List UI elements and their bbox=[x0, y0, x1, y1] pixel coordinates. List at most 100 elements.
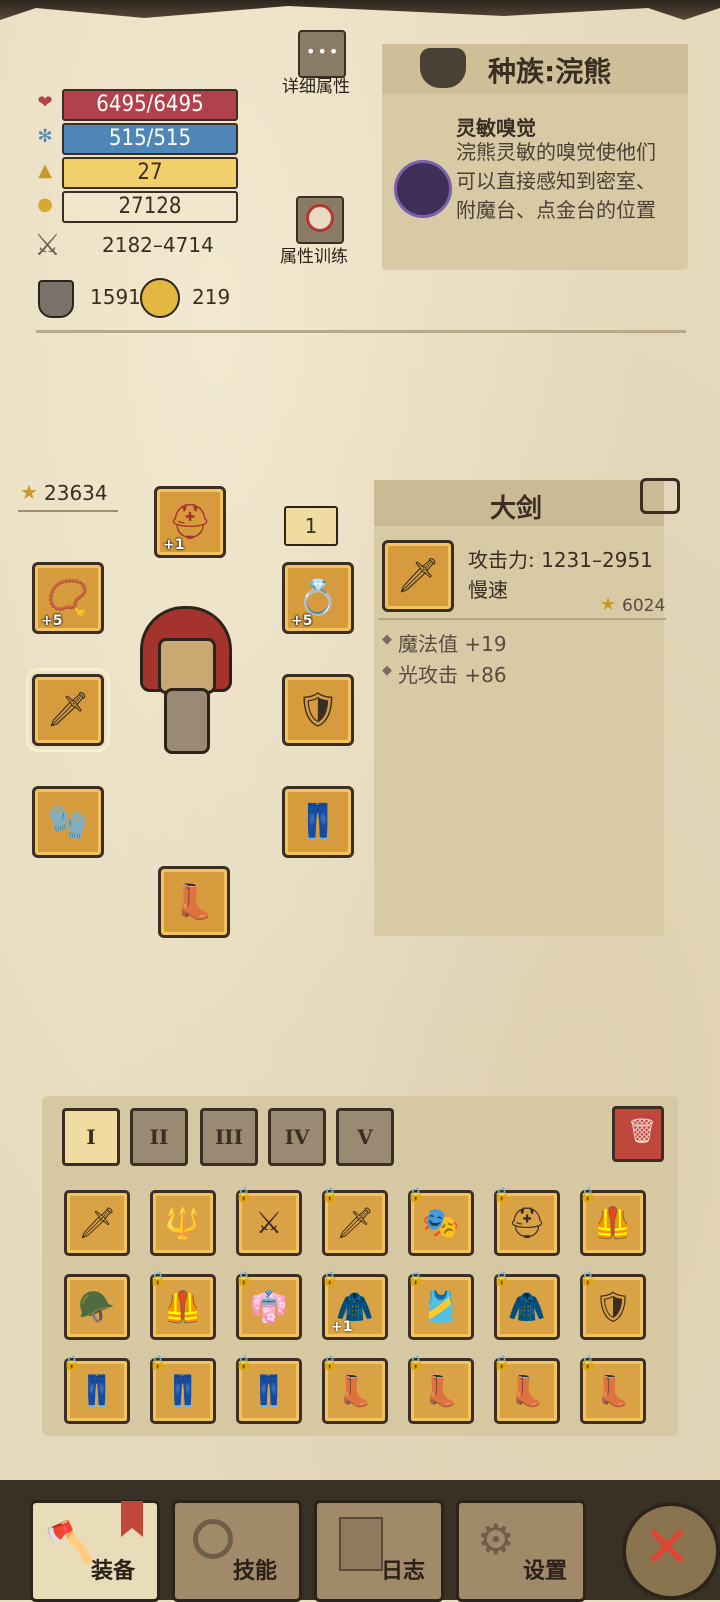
nav-skills-button[interactable]: 技能 bbox=[172, 1500, 302, 1602]
lock-icon: 🔒 bbox=[579, 1355, 597, 1371]
inventory-item[interactable]: 🔒 🦺 bbox=[579, 1187, 646, 1256]
item-speed: 慢速 bbox=[468, 578, 508, 602]
inventory-item[interactable]: 🔒 🎽 bbox=[407, 1271, 474, 1340]
necklace-plus: +5 bbox=[41, 613, 63, 629]
inventory-item[interactable]: 🔒 🦺 bbox=[149, 1271, 216, 1340]
lock-icon: 🔒 bbox=[235, 1187, 253, 1203]
inventory-item[interactable]: 🪖 bbox=[64, 1274, 130, 1340]
inventory-item[interactable]: 🗡 bbox=[64, 1190, 130, 1256]
nav-settings-button[interactable]: ⚙ 设置 bbox=[456, 1500, 586, 1602]
detail-attributes-button[interactable]: ••• bbox=[298, 30, 346, 78]
level-icon: ▲ bbox=[38, 160, 52, 181]
gold-icon: ● bbox=[37, 194, 53, 215]
tab-3[interactable]: III bbox=[200, 1108, 258, 1166]
lock-icon: 🔒 bbox=[579, 1187, 597, 1203]
lock-icon: 🔒 bbox=[321, 1355, 339, 1371]
helmet-slot[interactable]: ⛑ +1 bbox=[154, 486, 226, 558]
lock-icon: 🔒 bbox=[149, 1271, 167, 1287]
nav-equip-label: 装备 bbox=[91, 1559, 136, 1584]
inventory-item[interactable]: 🔒 👖 bbox=[63, 1355, 130, 1424]
tab-5[interactable]: V bbox=[336, 1108, 394, 1166]
unlock-icon[interactable] bbox=[640, 478, 680, 514]
lock-icon: 🔒 bbox=[407, 1355, 425, 1371]
lock-icon: 🔒 bbox=[407, 1187, 425, 1203]
inventory-item[interactable]: 🔱 bbox=[150, 1190, 216, 1256]
journal-icon bbox=[339, 1517, 383, 1571]
gloves-slot[interactable]: 🧤 bbox=[32, 786, 104, 858]
item-score-star-icon: ★ bbox=[600, 594, 617, 615]
inventory-item[interactable]: 🔒 ⚔ bbox=[235, 1187, 302, 1256]
item-plus: +1 bbox=[331, 1319, 353, 1335]
equipment-score: 23634 bbox=[44, 481, 108, 505]
lock-icon: 🔒 bbox=[235, 1355, 253, 1371]
tab-2[interactable]: II bbox=[130, 1108, 188, 1166]
section-divider bbox=[36, 330, 686, 333]
hp-bar: 6495/6495 bbox=[62, 89, 238, 121]
boots-slot[interactable]: 👢 bbox=[158, 866, 230, 938]
nav-journal-button[interactable]: 日志 bbox=[314, 1500, 444, 1602]
lock-icon: 🔒 bbox=[321, 1271, 339, 1287]
skills-icon bbox=[193, 1519, 233, 1559]
mp-bar: 515/515 bbox=[62, 123, 238, 155]
mana-icon: ✻ bbox=[37, 126, 53, 147]
item-affix-1: 魔法值 +19 bbox=[398, 632, 507, 656]
ring-plus: +5 bbox=[291, 613, 313, 629]
score-line bbox=[18, 510, 118, 512]
gold-bar: 27128 bbox=[62, 191, 238, 223]
bookmark-icon bbox=[121, 1501, 143, 1537]
offhand-slot[interactable]: 🛡 bbox=[282, 674, 354, 746]
inventory-item[interactable]: 🔒 👢 bbox=[321, 1355, 388, 1424]
inventory-item[interactable]: 🔒 ⛑ bbox=[493, 1187, 560, 1256]
axe-icon: 🪓 bbox=[45, 1520, 95, 1566]
tab-4[interactable]: IV bbox=[268, 1108, 326, 1166]
weapon-slot[interactable]: 🗡 bbox=[26, 668, 110, 752]
skill-description: 浣熊灵敏的嗅觉使他们可以直接感知到密室、附魔台、点金台的位置 bbox=[456, 140, 656, 222]
level-bar: 27 bbox=[62, 157, 238, 189]
lock-icon: 🔒 bbox=[493, 1187, 511, 1203]
inventory-item[interactable]: 🔒 🧥 bbox=[493, 1271, 560, 1340]
inventory-item[interactable]: 🔒 👖 bbox=[235, 1355, 302, 1424]
inventory-item[interactable]: 🔒 👘 bbox=[235, 1271, 302, 1340]
lock-icon: 🔒 bbox=[407, 1271, 425, 1287]
inventory-item[interactable]: 🔒 🧥 +1 bbox=[321, 1271, 388, 1340]
attribute-training-button[interactable] bbox=[296, 196, 344, 244]
lock-icon: 🔒 bbox=[149, 1355, 167, 1371]
shield-icon bbox=[38, 280, 74, 318]
item-name: 大剑 bbox=[490, 494, 543, 524]
inventory-item[interactable]: 🔒 👢 bbox=[407, 1355, 474, 1424]
close-icon: ✕ bbox=[642, 1513, 692, 1581]
race-title: 种族:浣熊 bbox=[488, 55, 612, 88]
inventory-item[interactable]: 🔒 👢 bbox=[579, 1355, 646, 1424]
ring-slot[interactable]: 💍 +5 bbox=[282, 562, 354, 634]
lock-icon: 🔒 bbox=[493, 1271, 511, 1287]
skill-icon[interactable] bbox=[394, 160, 452, 218]
lock-icon: 🔒 bbox=[235, 1271, 253, 1287]
item-attack: 攻击力: 1231–2951 bbox=[468, 548, 653, 572]
nav-equip-button[interactable]: 🪓 装备 bbox=[30, 1500, 160, 1602]
nav-settings-label: 设置 bbox=[523, 1559, 568, 1584]
armor-value: 1591 bbox=[90, 285, 141, 309]
inventory-item[interactable]: 🔒 👖 bbox=[149, 1355, 216, 1424]
nav-journal-label: 日志 bbox=[381, 1559, 426, 1584]
ring-count-badge: 1 bbox=[284, 506, 338, 546]
inventory-item[interactable]: 🔒 👢 bbox=[493, 1355, 560, 1424]
detail-attributes-label: 详细属性 bbox=[282, 77, 350, 97]
crossed-swords-icon: ⚔ bbox=[34, 228, 61, 263]
lock-icon: 🔒 bbox=[493, 1355, 511, 1371]
trash-button[interactable]: 🗑 bbox=[612, 1106, 664, 1162]
inventory-item[interactable]: 🔒 🎭 bbox=[407, 1187, 474, 1256]
inventory-item[interactable]: 🔒 🗡 bbox=[321, 1187, 388, 1256]
attack-value: 2182–4714 bbox=[102, 233, 214, 257]
affix-bullet-icon: ◆ bbox=[382, 632, 392, 647]
necklace-slot[interactable]: 📿 +5 bbox=[32, 562, 104, 634]
character-avatar bbox=[128, 598, 238, 768]
lock-icon: 🔒 bbox=[63, 1355, 81, 1371]
tab-1[interactable]: I bbox=[62, 1108, 120, 1166]
pants-slot[interactable]: 👖 bbox=[282, 786, 354, 858]
raccoon-icon bbox=[420, 48, 466, 88]
inventory-item[interactable]: 🔒 🛡 bbox=[579, 1271, 646, 1340]
gear-icon: ⚙ bbox=[477, 1515, 515, 1564]
luck-icon bbox=[140, 278, 180, 318]
dots-icon: ••• bbox=[306, 42, 341, 61]
star-icon: ★ bbox=[20, 480, 38, 504]
